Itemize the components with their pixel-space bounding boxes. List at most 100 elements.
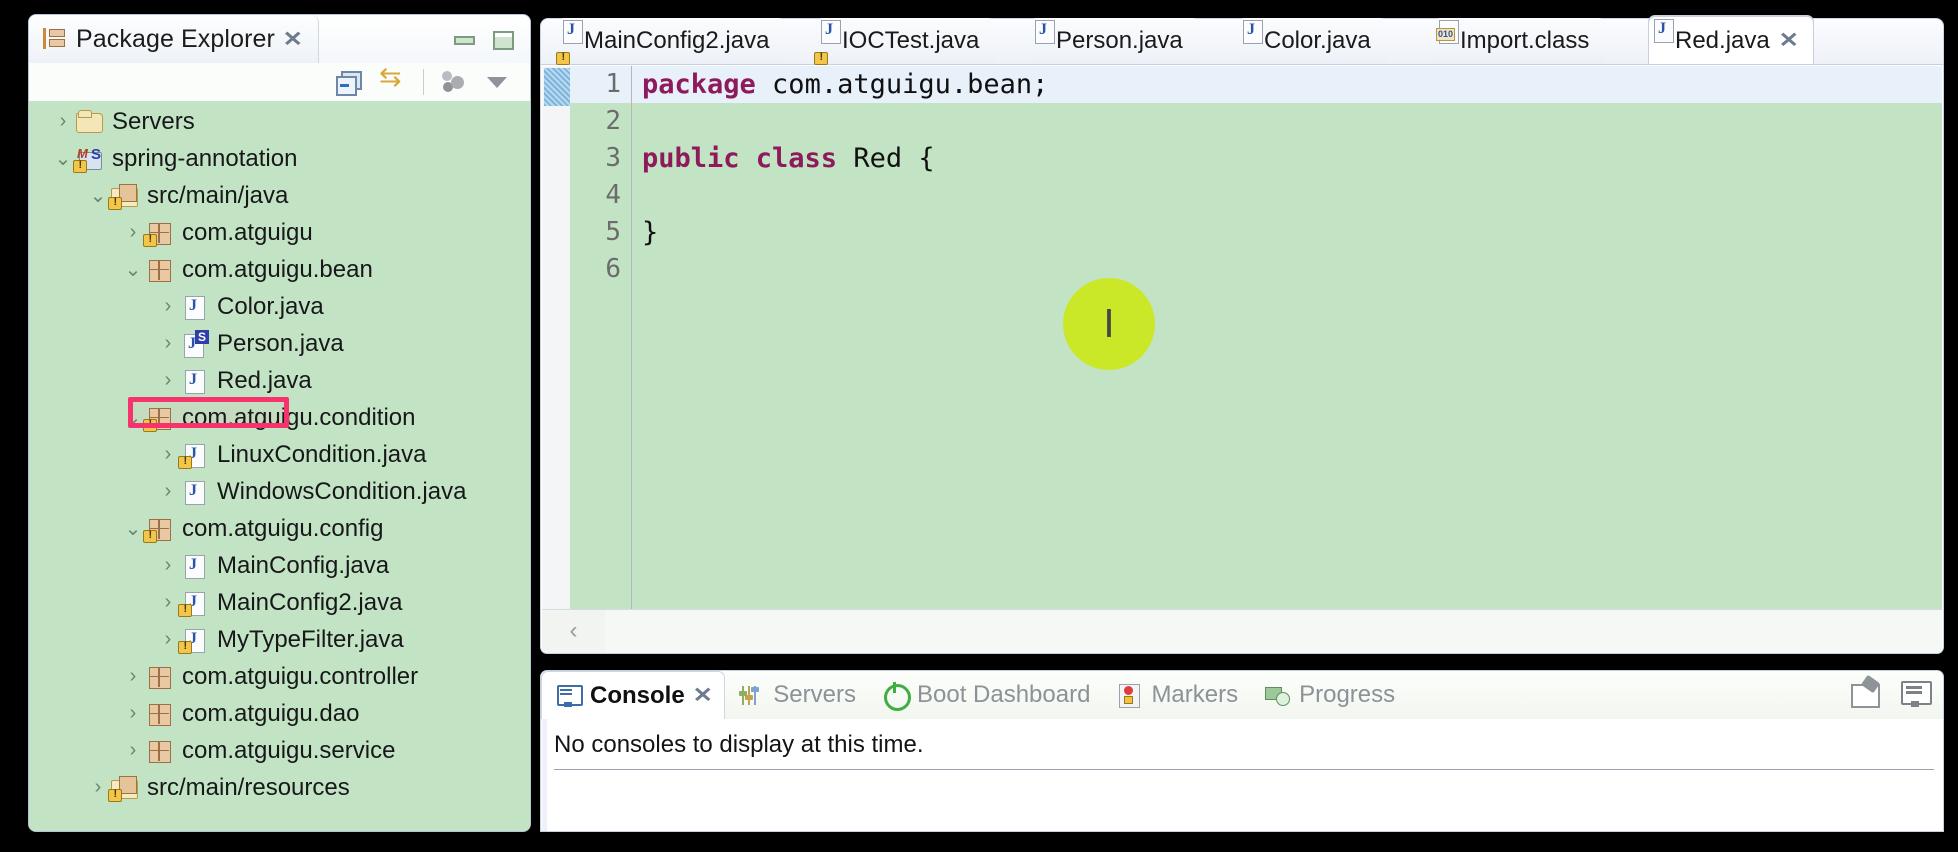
code-text: Red { xyxy=(837,143,935,174)
annotation-ruler[interactable] xyxy=(542,66,570,609)
close-icon[interactable]: ✕ xyxy=(283,27,303,52)
chevron-right-icon[interactable]: › xyxy=(156,480,180,503)
minimize-icon[interactable] xyxy=(454,36,475,45)
boot-icon xyxy=(882,682,911,711)
package-explorer-window-buttons xyxy=(454,31,514,50)
chevron-right-icon[interactable]: › xyxy=(156,295,180,318)
code-text: com.atguigu.bean; xyxy=(755,69,1049,100)
chevron-right-icon[interactable]: › xyxy=(51,110,75,133)
chevron-right-icon[interactable]: › xyxy=(121,665,145,688)
editor-tab-label: Person.java xyxy=(1056,27,1183,54)
tree-item-label: MainConfig2.java xyxy=(217,588,403,616)
chevron-right-icon[interactable]: › xyxy=(86,776,110,799)
chevron-right-icon[interactable]: › xyxy=(156,369,180,392)
chevron-right-icon[interactable]: › xyxy=(156,591,180,614)
chevron-down-icon[interactable]: ⌄ xyxy=(51,146,75,171)
chevron-right-icon[interactable]: › xyxy=(156,443,180,466)
code-line[interactable] xyxy=(632,103,1942,140)
tree-item-com-atguigu-service[interactable]: › com.atguigu.service xyxy=(29,732,530,769)
source-code-text[interactable]: package com.atguigu.bean; public class R… xyxy=(631,66,1942,609)
code-line[interactable]: package com.atguigu.bean; xyxy=(632,66,1942,103)
folder-icon xyxy=(75,109,103,135)
tab-package-explorer[interactable]: Package Explorer ✕ xyxy=(29,15,319,63)
display-selected-console-icon[interactable] xyxy=(1899,679,1933,709)
chevron-right-icon[interactable]: › xyxy=(156,554,180,577)
collapse-all-icon[interactable] xyxy=(335,69,363,96)
editor-tab-ioctest-java[interactable]: IOCTest.java xyxy=(814,18,996,65)
project-tree[interactable]: ›Servers⌄Mspring-annotation⌄src/main/jav… xyxy=(29,101,530,831)
editor-tab-person-java[interactable]: Person.java xyxy=(1030,18,1199,64)
line-number: 6 xyxy=(605,254,621,284)
tree-item-red-java[interactable]: › Red.java xyxy=(29,362,530,399)
code-line[interactable]: } xyxy=(632,214,1942,251)
scrollbar-track[interactable] xyxy=(605,609,1942,653)
servers-icon xyxy=(738,683,764,707)
chevron-right-icon[interactable]: › xyxy=(156,332,180,355)
tree-item-src-main-resources[interactable]: › src/main/resources xyxy=(29,769,530,806)
console-output-area[interactable]: No consoles to display at this time. xyxy=(542,719,1942,831)
tree-item-linuxcondition-java[interactable]: › LinuxCondition.java xyxy=(29,436,530,473)
tree-item-label: com.atguigu xyxy=(182,218,313,246)
view-menu-balls-icon[interactable] xyxy=(440,69,468,95)
chevron-right-icon[interactable]: › xyxy=(156,628,180,651)
editor-horizontal-scrollbar[interactable]: ‹ xyxy=(542,609,1942,653)
editor-tab-mainconfig2-java[interactable]: MainConfig2.java xyxy=(556,18,786,65)
pin-console-icon[interactable] xyxy=(1849,679,1883,709)
bottom-tab-boot-dashboard[interactable]: Boot Dashboard xyxy=(869,671,1103,719)
tree-item-com-atguigu[interactable]: › com.atguigu xyxy=(29,214,530,251)
tree-item-spring-annotation[interactable]: ⌄Mspring-annotation xyxy=(29,140,530,177)
tree-item-mainconfig2-java[interactable]: › MainConfig2.java xyxy=(29,584,530,621)
editor-tab-red-java[interactable]: Red.java ✕ xyxy=(1648,16,1815,64)
java-file-warn-icon xyxy=(178,590,208,617)
close-icon[interactable]: ✕ xyxy=(692,683,712,708)
package-explorer-view: Package Explorer ✕ ›Servers⌄Mspring-anno… xyxy=(28,14,531,832)
code-line[interactable] xyxy=(632,251,1942,288)
tree-item-mainconfig-java[interactable]: › MainConfig.java xyxy=(29,547,530,584)
scroll-left-arrow-icon[interactable]: ‹ xyxy=(542,609,605,653)
tree-item-com-atguigu-condition[interactable]: ⌄ com.atguigu.condition xyxy=(29,399,530,436)
editor-tab-label: MainConfig2.java xyxy=(584,27,770,54)
tree-item-servers[interactable]: › Servers xyxy=(29,103,530,140)
tree-item-windowscondition-java[interactable]: › WindowsCondition.java xyxy=(29,473,530,510)
editor-tab-label: Import.class xyxy=(1460,27,1590,54)
maximize-icon[interactable] xyxy=(493,31,514,50)
editor-tab-color-java[interactable]: Color.java xyxy=(1238,18,1387,64)
tree-item-com-atguigu-controller[interactable]: › com.atguigu.controller xyxy=(29,658,530,695)
bottom-tab-servers[interactable]: Servers xyxy=(725,671,869,719)
chevron-down-icon[interactable]: ⌄ xyxy=(121,257,145,282)
tree-item-com-atguigu-config[interactable]: ⌄ com.atguigu.config xyxy=(29,510,530,547)
chevron-right-icon[interactable]: › xyxy=(121,739,145,762)
tree-item-mytypefilter-java[interactable]: › MyTypeFilter.java xyxy=(29,621,530,658)
tree-item-person-java[interactable]: ›S Person.java xyxy=(29,325,530,362)
bottom-tab-console[interactable]: Console ✕ xyxy=(541,671,726,719)
tree-item-label: com.atguigu.dao xyxy=(182,699,360,727)
editor-tab-import-class[interactable]: Import.class xyxy=(1434,18,1606,64)
code-editor-pane[interactable]: 12 3 4 5 6 package com.atguigu.bean; public … xyxy=(540,64,1944,654)
code-line[interactable] xyxy=(632,177,1942,214)
line-number: 5 xyxy=(605,217,621,247)
chevron-down-icon[interactable] xyxy=(484,69,512,95)
tree-item-src-main-java[interactable]: ⌄ src/main/java xyxy=(29,177,530,214)
console-message: No consoles to display at this time. xyxy=(554,731,924,758)
package-icon xyxy=(145,738,173,764)
tree-item-label: MainConfig.java xyxy=(217,551,390,579)
changed-line-marker xyxy=(544,68,570,106)
package-icon xyxy=(145,701,173,727)
code-line[interactable]: public class Red { xyxy=(632,140,1942,177)
bottom-tab-label: Markers xyxy=(1151,681,1239,708)
chevron-down-icon[interactable]: ⌄ xyxy=(121,516,145,541)
tree-item-label: LinuxCondition.java xyxy=(217,440,427,468)
tree-item-color-java[interactable]: › Color.java xyxy=(29,288,530,325)
line-number: 1 xyxy=(570,66,631,103)
chevron-right-icon[interactable]: › xyxy=(121,702,145,725)
close-icon[interactable]: ✕ xyxy=(1778,28,1798,53)
tree-item-com-atguigu-dao[interactable]: › com.atguigu.dao xyxy=(29,695,530,732)
tree-item-com-atguigu-bean[interactable]: ⌄ com.atguigu.bean xyxy=(29,251,530,288)
bottom-tab-progress[interactable]: Progress xyxy=(1251,671,1408,719)
line-number-gutter: 12 3 4 5 6 xyxy=(570,66,631,609)
chevron-right-icon[interactable]: › xyxy=(121,221,145,244)
chevron-down-icon[interactable]: ⌄ xyxy=(121,405,145,430)
chevron-down-icon[interactable]: ⌄ xyxy=(86,183,110,208)
bottom-tab-markers[interactable]: Markers xyxy=(1103,671,1251,719)
link-with-editor-icon[interactable] xyxy=(379,62,407,95)
